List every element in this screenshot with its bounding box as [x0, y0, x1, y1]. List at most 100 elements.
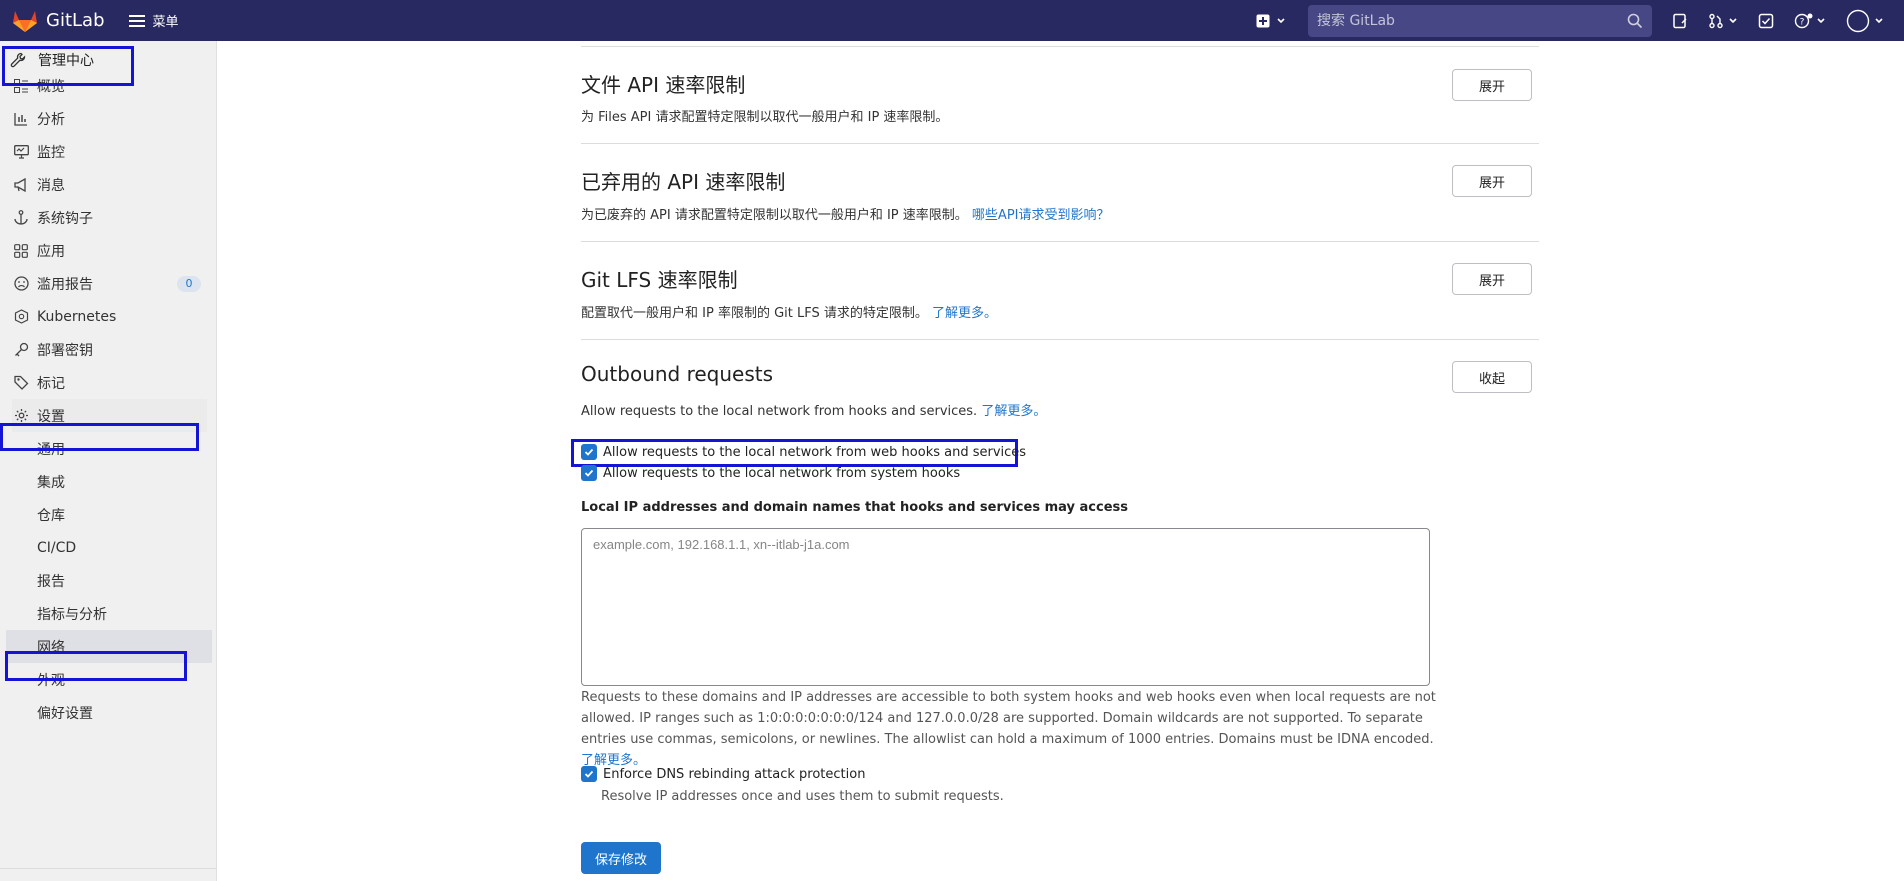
checkmark-icon — [584, 448, 594, 456]
allowlist-textarea[interactable] — [581, 528, 1430, 686]
sidebar-subitem-cicd[interactable]: CI/CD — [37, 531, 212, 564]
sidebar-item-system-hooks[interactable]: 系统钩子 — [12, 201, 207, 234]
merge-requests-dropdown[interactable] — [1708, 13, 1738, 29]
section-description: 为已废弃的 API 请求配置特定限制以取代一般用户和 IP 速率限制。 哪些AP… — [581, 204, 1110, 223]
section-title: Git LFS 速率限制 — [581, 268, 738, 292]
collapse-button[interactable]: 收起 — [1452, 361, 1532, 393]
sidebar-subitem-label: 集成 — [37, 474, 65, 491]
label-icon — [12, 375, 30, 390]
sidebar-subitem-label: CI/CD — [37, 539, 77, 556]
search-icon — [1627, 13, 1643, 28]
checkmark-icon — [584, 770, 594, 778]
top-navbar: GitLab 菜单 搜索 GitLab ? — [0, 0, 1904, 41]
sidebar-item-monitoring[interactable]: 监控 — [12, 135, 207, 168]
menu-button[interactable]: 菜单 — [128, 11, 179, 30]
apps-icon — [12, 243, 30, 258]
learn-more-link[interactable]: 了解更多。 — [932, 306, 997, 321]
save-changes-button[interactable]: 保存修改 — [581, 842, 661, 874]
settings-gear-icon — [12, 408, 30, 423]
sidebar-item-label: 标记 — [37, 375, 65, 392]
sidebar-item-label: 系统钩子 — [37, 210, 93, 227]
section-description: Allow requests to the local network from… — [581, 400, 1046, 419]
sidebar-item-label: 消息 — [37, 177, 65, 194]
description-text: 配置取代一般用户和 IP 率限制的 Git LFS 请求的特定限制。 — [581, 306, 928, 321]
git-lfs-section: Git LFS 速率限制 配置取代一般用户和 IP 率限制的 Git LFS 请… — [581, 242, 1539, 340]
sidebar-item-label: 滥用报告 — [37, 276, 93, 293]
new-item-dropdown[interactable] — [1256, 14, 1286, 28]
sidebar-item-label: 部署密钥 — [37, 342, 93, 359]
todos-button[interactable] — [1758, 13, 1774, 29]
help-text: Requests to these domains and IP address… — [581, 690, 1436, 747]
expand-button[interactable]: 展开 — [1452, 69, 1532, 101]
merge-request-icon — [1709, 13, 1723, 28]
sidebar-item-label: Kubernetes — [37, 308, 117, 325]
key-icon — [12, 342, 30, 357]
issues-button[interactable] — [1672, 13, 1688, 29]
sidebar-item-deploy-keys[interactable]: 部署密钥 — [12, 333, 207, 366]
system-hooks-checkbox-row[interactable]: Allow requests to the local network from… — [581, 465, 960, 481]
section-title: 已弃用的 API 速率限制 — [581, 170, 786, 194]
search-input[interactable] — [1317, 12, 1597, 29]
outbound-requests-section: Outbound requests Allow requests to the … — [581, 340, 1539, 880]
sidebar-item-messages[interactable]: 消息 — [12, 168, 207, 201]
section-title: 文件 API 速率限制 — [581, 73, 746, 97]
deprecated-api-section: 已弃用的 API 速率限制 为已废弃的 API 请求配置特定限制以取代一般用户和… — [581, 144, 1539, 242]
chevron-down-icon — [1277, 17, 1285, 23]
description-text: 为已废弃的 API 请求配置特定限制以取代一般用户和 IP 速率限制。 — [581, 208, 968, 223]
highlight-box-settings — [0, 423, 199, 451]
section-description: 为 Files API 请求配置特定限制以取代一般用户和 IP 速率限制。 — [581, 110, 949, 125]
sidebar-subitem-integrations[interactable]: 集成 — [37, 465, 212, 498]
sidebar-subitem-metrics[interactable]: 指标与分析 — [37, 597, 212, 630]
section-description: 配置取代一般用户和 IP 率限制的 Git LFS 请求的特定限制。 了解更多。 — [581, 302, 997, 321]
sidebar-subitem-preferences[interactable]: 偏好设置 — [37, 696, 212, 729]
sidebar-item-label: 分析 — [37, 111, 65, 128]
sidebar-item-analytics[interactable]: 分析 — [12, 102, 207, 135]
files-api-section: 文件 API 速率限制 为 Files API 请求配置特定限制以取代一般用户和… — [581, 47, 1539, 144]
system-hooks-checkbox-label: Allow requests to the local network from… — [603, 465, 961, 481]
search-box[interactable] — [1308, 4, 1652, 37]
sidebar-item-labels[interactable]: 标记 — [12, 366, 207, 399]
checkmark-icon — [584, 469, 594, 477]
sidebar-item-label: 监控 — [37, 144, 65, 161]
gitlab-logo[interactable]: GitLab — [12, 9, 105, 33]
sidebar-subitem-label: 偏好设置 — [37, 705, 93, 722]
chevron-down-icon — [1875, 17, 1883, 23]
menu-label: 菜单 — [152, 15, 179, 30]
affected-requests-link[interactable]: 哪些API请求受到影响？ — [972, 208, 1110, 223]
sidebar-subitem-label: 指标与分析 — [37, 606, 107, 623]
allowlist-help-text: Requests to these domains and IP address… — [581, 687, 1436, 771]
description-text: Allow requests to the local network from… — [581, 404, 978, 419]
sidebar-subitem-repository[interactable]: 仓库 — [37, 498, 212, 531]
help-icon: ? — [1794, 13, 1813, 28]
highlight-box-admin — [2, 46, 134, 86]
sidebar-item-applications[interactable]: 应用 — [12, 234, 207, 267]
sidebar-item-abuse-reports[interactable]: 滥用报告 0 — [12, 267, 207, 300]
app-name: GitLab — [46, 10, 105, 31]
sidebar-divider — [0, 868, 217, 869]
web-hooks-checkbox-row[interactable]: Allow requests to the local network from… — [581, 444, 1026, 460]
issues-icon — [1673, 13, 1687, 28]
todo-check-icon — [1758, 13, 1774, 28]
learn-more-link[interactable]: 了解更多。 — [981, 404, 1046, 419]
dns-protection-checkbox[interactable] — [581, 766, 597, 782]
sidebar-item-kubernetes[interactable]: Kubernetes — [12, 300, 207, 333]
avatar — [1846, 9, 1870, 32]
expand-button[interactable]: 展开 — [1452, 165, 1532, 197]
system-hooks-checkbox[interactable] — [581, 465, 597, 481]
help-dropdown[interactable]: ? — [1794, 13, 1826, 29]
bullhorn-icon — [12, 177, 30, 192]
web-hooks-checkbox[interactable] — [581, 444, 597, 460]
web-hooks-checkbox-label: Allow requests to the local network from… — [603, 444, 1027, 460]
user-menu-dropdown[interactable] — [1846, 9, 1884, 33]
hamburger-icon — [128, 14, 145, 27]
sidebar-subitem-reporting[interactable]: 报告 — [37, 564, 212, 597]
highlight-box-network — [5, 651, 187, 681]
svg-text:?: ? — [1800, 17, 1805, 27]
sidebar-subitem-label: 报告 — [37, 573, 65, 590]
dns-protection-checkbox-row[interactable]: Enforce DNS rebinding attack protection — [581, 766, 865, 782]
sad-face-icon — [12, 276, 30, 291]
plus-square-icon — [1256, 14, 1270, 27]
expand-button[interactable]: 展开 — [1452, 263, 1532, 295]
sidebar-item-label: 应用 — [37, 243, 65, 260]
dns-protection-label: Enforce DNS rebinding attack protection — [603, 766, 866, 782]
